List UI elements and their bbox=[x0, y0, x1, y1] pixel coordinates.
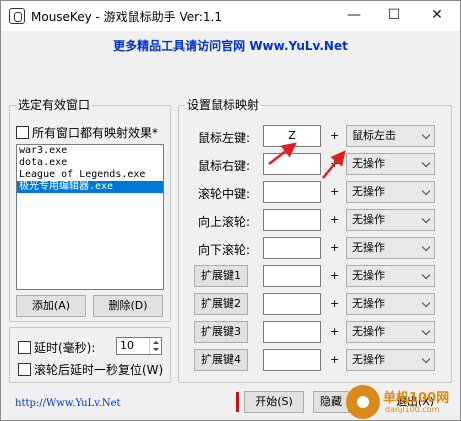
plus-sign: + bbox=[330, 157, 340, 170]
chevron-down-icon[interactable] bbox=[421, 130, 431, 140]
action-select[interactable]: 无操作 bbox=[346, 237, 435, 259]
plus-sign: + bbox=[330, 297, 340, 310]
key-input[interactable] bbox=[263, 209, 321, 231]
reset-check-box[interactable] bbox=[18, 363, 31, 376]
red-marker bbox=[236, 392, 239, 412]
delay-value: 10 bbox=[120, 339, 134, 352]
key-input[interactable] bbox=[263, 153, 321, 175]
plus-sign: + bbox=[330, 325, 340, 338]
action-select[interactable]: 无操作 bbox=[346, 265, 435, 287]
process-listbox[interactable]: war3.exe dota.exe League of Legends.exe 极光专… bbox=[16, 144, 164, 290]
list-item[interactable]: war3.exe bbox=[17, 145, 163, 157]
mapping-label: 滚轮中键: bbox=[198, 187, 251, 201]
reset-label: 滚轮后延时一秒复位(W) bbox=[34, 363, 164, 377]
spin-down-icon[interactable] bbox=[153, 348, 159, 351]
chevron-down-icon[interactable] bbox=[421, 298, 431, 308]
extend-key-button[interactable]: 扩展键1 bbox=[194, 265, 248, 287]
action-select-value: 无操作 bbox=[352, 325, 385, 338]
minimize-button[interactable]: — bbox=[333, 1, 375, 31]
action-select-value: 无操作 bbox=[352, 185, 385, 198]
delay-label: 延时(毫秒): bbox=[34, 341, 96, 355]
mouse-app-icon bbox=[9, 8, 25, 24]
key-input[interactable] bbox=[263, 237, 321, 259]
website-link[interactable]: http://Www.YuLv.Net bbox=[15, 398, 121, 409]
watermark-logo-icon bbox=[346, 385, 380, 419]
maximize-button[interactable]: ☐ bbox=[373, 1, 415, 31]
extend-key-button[interactable]: 扩展键2 bbox=[194, 293, 248, 315]
action-select[interactable]: 无操作 bbox=[346, 321, 435, 343]
spin-up-icon[interactable] bbox=[153, 341, 159, 344]
watermark-subtext: danji100.com bbox=[385, 405, 440, 414]
key-input[interactable] bbox=[263, 181, 321, 203]
action-select-value: 鼠标左击 bbox=[352, 129, 396, 142]
list-item[interactable]: 极光专用编辑器.exe bbox=[17, 181, 163, 193]
mapping-label: 鼠标右键: bbox=[198, 159, 251, 173]
delay-spin-buttons[interactable] bbox=[149, 338, 161, 354]
action-select[interactable]: 无操作 bbox=[346, 181, 435, 203]
action-select[interactable]: 无操作 bbox=[346, 349, 435, 371]
main-window: MouseKey - 游戏鼠标助手 Ver:1.1 — ☐ ✕ 更多精品工具请访… bbox=[0, 0, 461, 421]
action-select-value: 无操作 bbox=[352, 297, 385, 310]
extend-key-button[interactable]: 扩展键3 bbox=[194, 321, 248, 343]
action-select[interactable]: 无操作 bbox=[346, 293, 435, 315]
key-input[interactable] bbox=[263, 293, 321, 315]
close-button[interactable]: ✕ bbox=[416, 1, 458, 31]
plus-sign: + bbox=[330, 129, 340, 142]
list-item[interactable]: dota.exe bbox=[17, 157, 163, 169]
mapping-label: 向上滚轮: bbox=[198, 215, 251, 229]
watermark-text: 单机100网 bbox=[383, 391, 450, 406]
plus-sign: + bbox=[330, 213, 340, 226]
action-select[interactable]: 无操作 bbox=[346, 153, 435, 175]
plus-sign: + bbox=[330, 185, 340, 198]
action-select-value: 无操作 bbox=[352, 269, 385, 282]
key-input[interactable] bbox=[263, 321, 321, 343]
all-windows-label: 所有窗口都有映射效果* bbox=[32, 126, 159, 140]
website-banner[interactable]: 更多精品工具请访问官网 Www.YuLv.Net bbox=[1, 31, 460, 61]
start-button[interactable]: 开始(S) bbox=[244, 391, 304, 413]
chevron-down-icon[interactable] bbox=[421, 270, 431, 280]
action-select[interactable]: 无操作 bbox=[346, 209, 435, 231]
plus-sign: + bbox=[330, 353, 340, 366]
all-windows-checkbox[interactable]: 所有窗口都有映射效果* bbox=[16, 124, 158, 141]
chevron-down-icon[interactable] bbox=[421, 326, 431, 336]
add-button[interactable]: 添加(A) bbox=[16, 295, 86, 317]
mapping-legend: 设置鼠标映射 bbox=[185, 98, 262, 112]
extend-key-button[interactable]: 扩展键4 bbox=[194, 349, 248, 371]
delete-button[interactable]: 删除(D) bbox=[93, 295, 163, 317]
list-item[interactable]: League of Legends.exe bbox=[17, 169, 163, 181]
action-select[interactable]: 鼠标左击 bbox=[346, 125, 435, 147]
title-bar[interactable]: MouseKey - 游戏鼠标助手 Ver:1.1 — ☐ ✕ bbox=[1, 1, 460, 31]
window-title: MouseKey - 游戏鼠标助手 Ver:1.1 bbox=[31, 10, 222, 24]
action-select-value: 无操作 bbox=[352, 241, 385, 254]
key-input[interactable] bbox=[263, 265, 321, 287]
action-select-value: 无操作 bbox=[352, 157, 385, 170]
all-windows-check-box[interactable] bbox=[16, 126, 29, 139]
chevron-down-icon[interactable] bbox=[421, 158, 431, 168]
key-input[interactable] bbox=[263, 349, 321, 371]
plus-sign: + bbox=[330, 269, 340, 282]
action-select-value: 无操作 bbox=[352, 213, 385, 226]
chevron-down-icon[interactable] bbox=[421, 186, 431, 196]
chevron-down-icon[interactable] bbox=[421, 214, 431, 224]
key-input[interactable]: Z bbox=[263, 125, 321, 147]
delay-spinbox[interactable]: 10 bbox=[116, 337, 162, 355]
delay-check-box[interactable] bbox=[18, 341, 31, 354]
chevron-down-icon[interactable] bbox=[421, 242, 431, 252]
action-select-value: 无操作 bbox=[352, 353, 385, 366]
chevron-down-icon[interactable] bbox=[421, 354, 431, 364]
window-select-legend: 选定有效窗口 bbox=[16, 98, 93, 112]
mapping-label: 鼠标左键: bbox=[198, 131, 251, 145]
reset-checkbox[interactable]: 滚轮后延时一秒复位(W) bbox=[18, 361, 163, 378]
delay-checkbox[interactable]: 延时(毫秒): bbox=[18, 339, 95, 356]
hide-button[interactable]: 隐藏 bbox=[313, 391, 349, 413]
plus-sign: + bbox=[330, 241, 340, 254]
mapping-label: 向下滚轮: bbox=[198, 243, 251, 257]
